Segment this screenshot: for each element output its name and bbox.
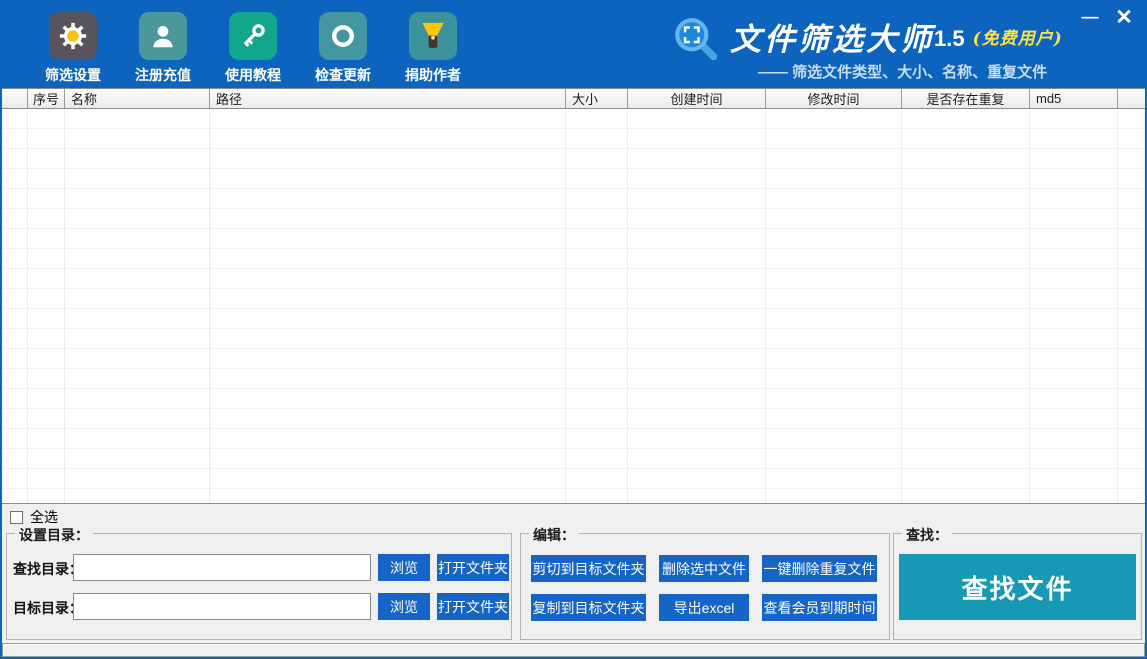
cut-to-target-button[interactable]: 剪切到目标文件夹 (531, 555, 646, 582)
find-files-button[interactable]: 查找文件 (899, 554, 1136, 620)
file-table-header: 序号 名称 路径 大小 创建时间 修改时间 是否存在重复 md5 (2, 88, 1145, 109)
group-title: 编辑： (529, 525, 579, 545)
toolbar-buttons: 筛选设置 注册充值 (42, 12, 464, 85)
app-title-line: 文件筛选大师1.5 (免费用户) (730, 14, 1063, 59)
group-find: 查找： 查找文件 (893, 533, 1142, 640)
search-directory-row: 查找目录： 浏览 打开文件夹 (7, 554, 511, 581)
app-subtitle: —— 筛选文件类型、大小、名称、重复文件 (758, 61, 1047, 82)
toolbar-item-label: 使用教程 (225, 65, 281, 85)
status-bar (2, 643, 1145, 657)
toolbar-item-check-update[interactable]: 检查更新 (312, 12, 374, 85)
toolbar-item-register-recharge[interactable]: 注册充值 (132, 12, 194, 85)
delete-selected-button[interactable]: 删除选中文件 (659, 555, 749, 582)
browse-search-directory-button[interactable]: 浏览 (378, 554, 430, 581)
group-set-directories: 设置目录： 查找目录： 浏览 打开文件夹 目标目录： 浏览 打开文件夹 (6, 533, 512, 640)
user-icon (139, 12, 187, 60)
open-search-folder-button[interactable]: 打开文件夹 (437, 554, 509, 581)
column-header-duplicate[interactable]: 是否存在重复 (902, 89, 1030, 108)
toolbar-item-label: 注册充值 (135, 65, 191, 85)
toolbar-item-filter-settings[interactable]: 筛选设置 (42, 12, 104, 85)
target-directory-input[interactable] (73, 593, 371, 620)
ring-icon (319, 12, 367, 60)
toolbar-item-label: 检查更新 (315, 65, 371, 85)
select-all-checkbox[interactable]: 全选 (10, 507, 58, 527)
copy-to-target-button[interactable]: 复制到目标文件夹 (531, 594, 646, 621)
body-column (566, 109, 628, 503)
toolbar-item-label: 捐助作者 (405, 65, 461, 85)
body-column (1030, 109, 1118, 503)
column-header-modified[interactable]: 修改时间 (766, 89, 902, 108)
body-column (210, 109, 566, 503)
toolbar-item-label: 筛选设置 (45, 65, 101, 85)
browse-target-directory-button[interactable]: 浏览 (378, 593, 430, 620)
column-header-created[interactable]: 创建时间 (628, 89, 766, 108)
column-header-path[interactable]: 路径 (210, 89, 566, 108)
group-edit: 编辑： 剪切到目标文件夹 删除选中文件 一键删除重复文件 复制到目标文件夹 导出… (520, 533, 890, 640)
body-column (902, 109, 1030, 503)
select-all-label: 全选 (30, 507, 58, 527)
body-column (1118, 109, 1145, 503)
column-header-size[interactable]: 大小 (566, 89, 628, 108)
export-excel-button[interactable]: 导出excel (659, 594, 749, 621)
body-column (766, 109, 902, 503)
close-button[interactable]: ✕ (1111, 4, 1137, 32)
user-badge: (免费用户) (973, 29, 1063, 49)
column-header-md5[interactable]: md5 (1030, 89, 1118, 108)
toolbar-item-donate[interactable]: 捐助作者 (402, 12, 464, 85)
column-header-checkbox[interactable] (2, 89, 28, 108)
view-membership-expiry-button[interactable]: 查看会员到期时间 (762, 594, 877, 621)
column-header-name[interactable]: 名称 (65, 89, 210, 108)
app-version: 1.5 (934, 26, 965, 51)
top-toolbar: 筛选设置 注册充值 (2, 2, 1145, 88)
app-window: 筛选设置 注册充值 (0, 0, 1147, 659)
gear-icon (49, 12, 97, 60)
window-controls: — ✕ (1077, 4, 1137, 32)
column-header-spacer (1118, 89, 1145, 108)
target-directory-row: 目标目录： 浏览 打开文件夹 (7, 593, 511, 620)
search-directory-input[interactable] (73, 554, 371, 581)
flashlight-icon (409, 12, 457, 60)
file-table-body (2, 109, 1145, 504)
group-title: 查找： (902, 525, 952, 545)
app-title: 文件筛选大师 (730, 22, 934, 58)
toolbar-item-tutorial[interactable]: 使用教程 (222, 12, 284, 85)
delete-duplicates-button[interactable]: 一键删除重复文件 (762, 555, 877, 582)
checkbox-box[interactable] (10, 511, 23, 524)
body-column (28, 109, 65, 503)
group-title: 设置目录： (15, 525, 93, 545)
file-table: 序号 名称 路径 大小 创建时间 修改时间 是否存在重复 md5 (2, 88, 1145, 504)
minimize-button[interactable]: — (1077, 4, 1103, 30)
key-icon (229, 12, 277, 60)
body-column (628, 109, 766, 503)
body-column (2, 109, 28, 503)
body-column (65, 109, 210, 503)
column-header-index[interactable]: 序号 (28, 89, 65, 108)
magnifier-logo-icon (670, 14, 724, 73)
open-target-folder-button[interactable]: 打开文件夹 (437, 593, 509, 620)
